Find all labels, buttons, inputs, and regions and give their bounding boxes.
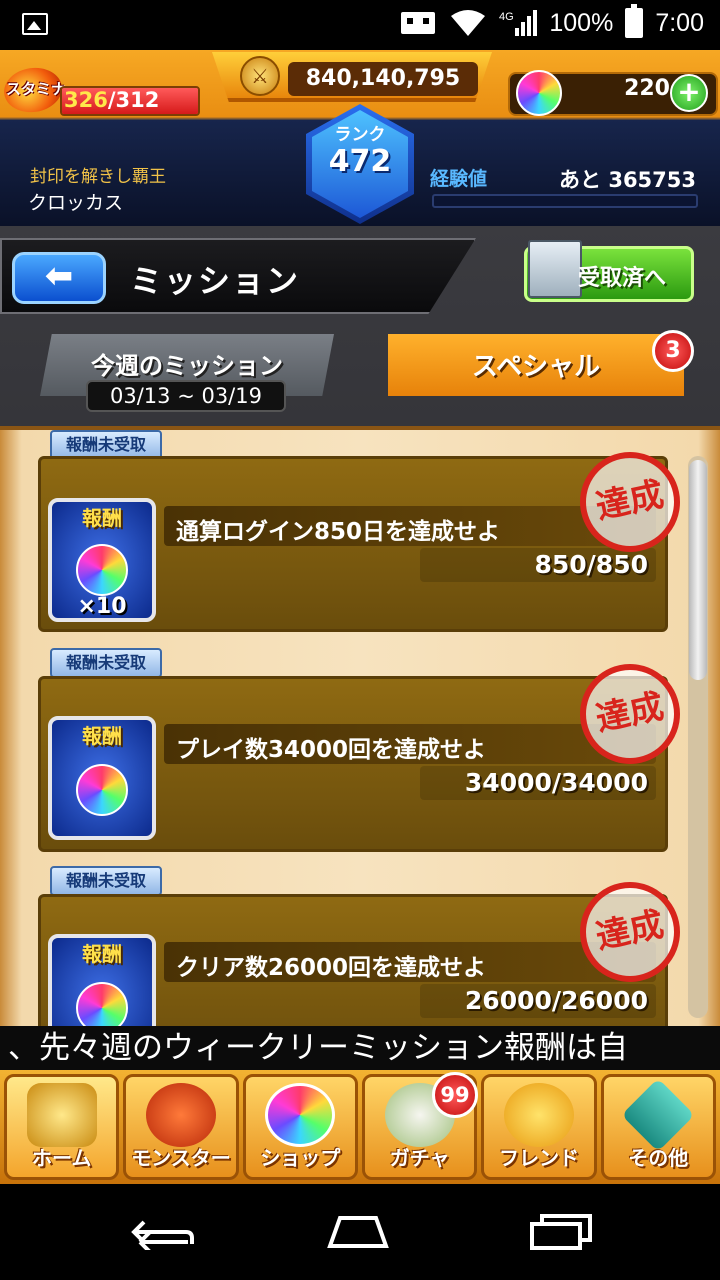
reward-orb-icon [76,764,128,816]
gold-coin-icon: ⚔ [240,56,280,96]
clock: 7:00 [655,8,704,37]
exp-bar [432,194,698,208]
mission-name: プレイ数34000回を達成せよ [176,737,487,763]
reward-quantity: ×10 [77,594,127,619]
nav-gacha-label: ガチャ [389,1146,450,1170]
back-nav-icon[interactable] [126,1214,194,1250]
back-arrow-icon: ⬅ [44,256,74,296]
player-title: 封印を解きし覇王 [30,167,166,187]
shop-orb-icon [265,1083,336,1147]
mission-progress: 34000/34000 [464,768,648,797]
nav-monster[interactable]: モンスター [123,1074,239,1180]
nav-home-label: ホーム [31,1146,92,1170]
friend-icon [503,1083,574,1147]
other-icon [621,1078,696,1152]
unreceived-tag: 報酬未受取 [50,866,162,896]
recents-nav-icon[interactable] [528,1214,596,1250]
gacha-count-badge: 99 [432,1072,478,1118]
rank-label: ランク [334,125,386,145]
battery-icon [625,4,644,38]
nav-monster-label: モンスター [131,1146,231,1170]
received-button-label[interactable]: 受取済へ [578,260,666,292]
orb-count: 220 [624,76,670,101]
nav-shop[interactable]: ショップ [242,1074,358,1180]
stamina-value: 326/312 [64,88,159,112]
exp-label: 経験値 [430,168,488,190]
orb-icon [516,70,562,116]
status-bar: 4G 100% 7:00 [0,0,720,50]
mission-name: 通算ログイン850日を達成せよ [176,519,501,545]
status-icons: 4G 100% 7:00 [399,4,704,38]
mission-progress: 26000/26000 [464,986,648,1015]
nav-friend[interactable]: フレンド [481,1074,597,1180]
wifi-icon [451,10,486,36]
image-notification-icon [22,13,48,35]
nav-other-label: その他 [628,1146,689,1170]
mission-progress: 850/850 [534,550,648,579]
tab-special-label[interactable]: スペシャル [388,346,684,383]
unreceived-tag: 報酬未受取 [50,648,162,678]
bottom-nav: ホーム モンスター ショップ ガチャ フレンド その他 [0,1070,720,1184]
home-icon [26,1083,97,1147]
home-nav-icon[interactable] [324,1214,392,1250]
stamina-max: /312 [107,88,160,112]
page-title: ミッション [130,262,301,300]
rank-value: 472 [328,144,392,179]
reward-label: 報酬 [82,506,122,530]
reward-orb-icon [76,544,128,596]
tab-weekly-label[interactable]: 今週のミッション [40,346,334,381]
android-nav-bar [0,1184,720,1280]
stamina-current: 326 [64,88,108,112]
tab-weekly-dates: 03/13 ~ 03/19 [86,380,286,412]
book-icon [528,240,582,298]
scrollbar-thumb[interactable] [689,460,707,680]
gold-value: 840,140,795 [288,62,478,96]
nav-shop-label: ショップ [260,1146,341,1170]
reward-label: 報酬 [82,942,122,966]
svg-text:4G: 4G [499,11,514,23]
signal-icon: 4G [499,10,538,36]
cast-icon [401,12,436,34]
mission-name: クリア数26000回を達成せよ [176,955,487,981]
monster-icon [145,1083,216,1147]
exp-remaining: あと 365753 [559,168,696,192]
nav-home[interactable]: ホーム [4,1074,120,1180]
game-header: スタミナ 326/312 ⚔ 840,140,795 220 + ランク 472… [0,50,720,226]
buy-orbs-button[interactable]: + [670,74,708,112]
back-button[interactable]: ⬅ [12,252,106,304]
special-count-badge: 3 [652,330,694,372]
nav-other[interactable]: その他 [600,1074,716,1180]
news-ticker: 、先々週のウィークリーミッション報酬は自 [0,1026,720,1070]
player-name: クロッカス [28,192,124,214]
battery-percent: 100% [549,8,614,37]
reward-label: 報酬 [82,724,122,748]
nav-friend-label: フレンド [498,1146,579,1170]
stamina-label: スタミナ [6,80,67,98]
